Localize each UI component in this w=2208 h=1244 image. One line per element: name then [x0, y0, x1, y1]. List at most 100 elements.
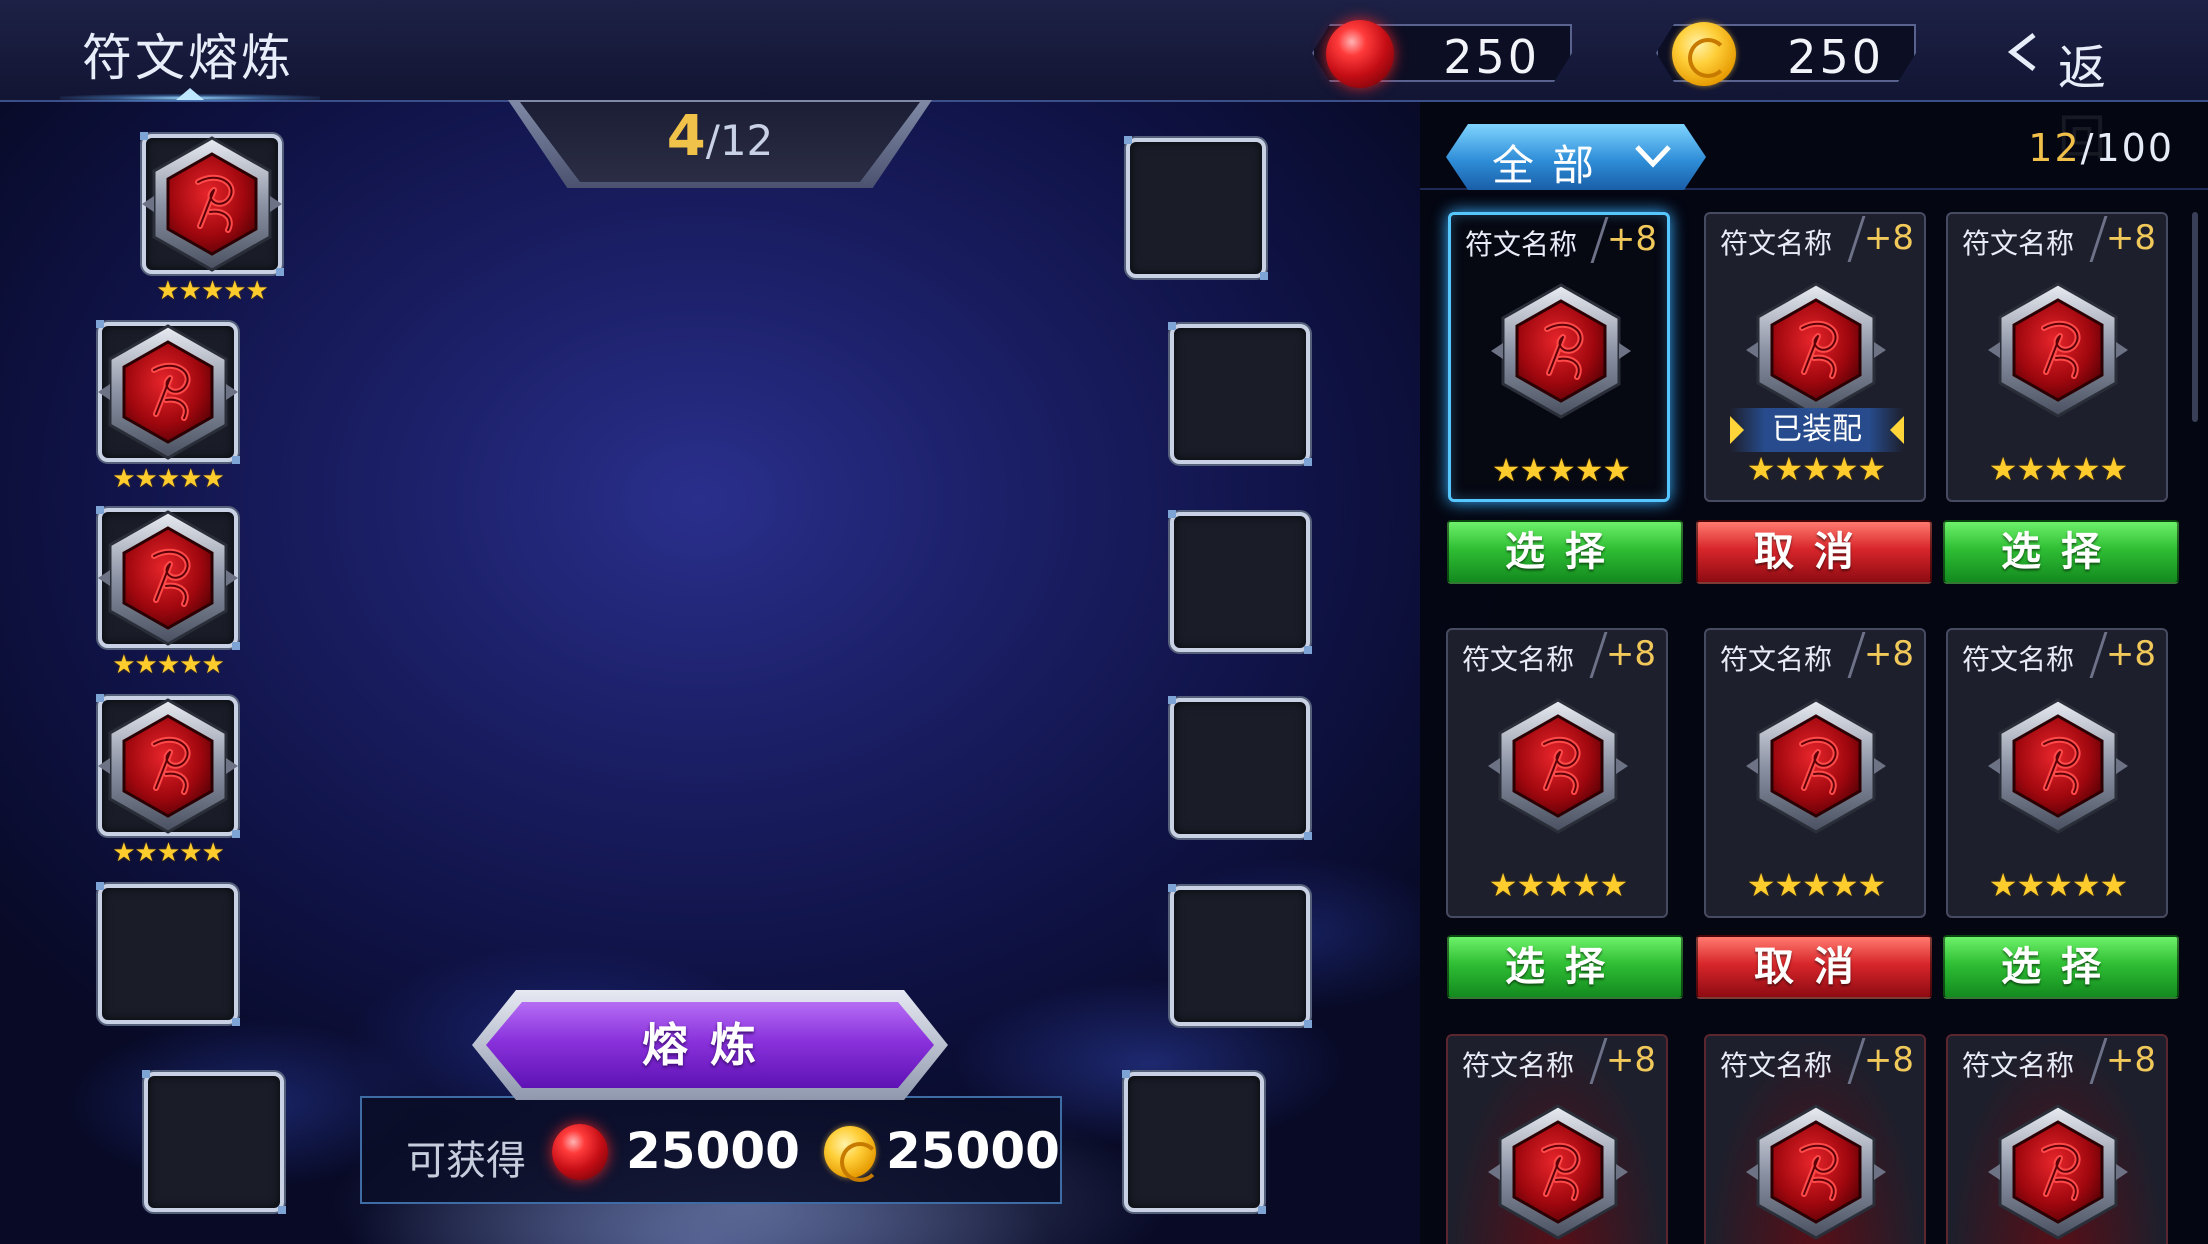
rune-name: 符文名称: [1465, 228, 1578, 261]
select-button[interactable]: 选择: [1943, 520, 2179, 584]
rune-card[interactable]: 符文名称 +8 ★★★★★: [1704, 628, 1926, 918]
smelt-button-label: 熔炼: [642, 1018, 778, 1072]
cancel-button[interactable]: 取消: [1696, 520, 1932, 584]
rune-level: +8: [1605, 1040, 1656, 1080]
slot-counter: 4/12: [520, 104, 920, 169]
rune-icon: [1488, 1102, 1628, 1242]
smelt-slot-empty[interactable]: [1168, 696, 1312, 840]
rune-icon: [98, 696, 238, 836]
back-button[interactable]: 返回: [1996, 22, 2186, 166]
rune-name: 符文名称: [1962, 227, 2075, 260]
rune-card[interactable]: 符文名称 +8 ★★★★★: [1446, 628, 1668, 918]
gem-amount: 250: [1443, 30, 1540, 84]
chevron-left-icon: [2007, 33, 2036, 71]
rune-name: 符文名称: [1962, 1049, 2075, 1082]
rune-icon: [1746, 696, 1886, 836]
smelt-slot-empty[interactable]: [1168, 510, 1312, 654]
rune-icon: [1988, 280, 2128, 420]
rune-name: 符文名称: [1462, 1049, 1575, 1082]
title-pointer-icon: [176, 88, 204, 100]
rune-level: +8: [1863, 1040, 1914, 1080]
capacity-max: /100: [2080, 126, 2174, 170]
divider: [2089, 632, 2108, 678]
reward-coin-amount: 25000: [886, 1122, 1060, 1180]
star-rating: ★★★★★: [112, 838, 225, 868]
rune-card[interactable]: 符文名称 +8: [1446, 1034, 1668, 1244]
rune-level: +8: [1863, 634, 1914, 674]
rune-card[interactable]: 符文名称 +8 已装配 ★★★★★: [1704, 212, 1926, 502]
gold-coin-icon: [1672, 22, 1736, 86]
red-gem-icon: [1326, 20, 1394, 88]
star-rating: ★★★★★: [1488, 866, 1628, 904]
reward-label: 可获得: [406, 1138, 526, 1184]
select-button[interactable]: 选择: [1943, 935, 2179, 999]
page-title: 符文熔炼: [82, 29, 294, 87]
star-rating: ★★★★★: [1988, 866, 2128, 904]
star-rating: ★★★★★: [1988, 450, 2128, 488]
divider: [2089, 1038, 2108, 1084]
divider: [1847, 216, 1866, 262]
reward-gem-amount: 25000: [626, 1122, 800, 1180]
divider: [1590, 217, 1609, 263]
chevron-down-icon: [1634, 144, 1672, 168]
rune-name: 符文名称: [1720, 1049, 1833, 1082]
star-rating: ★★★★★: [1746, 866, 1886, 904]
rune-icon: [142, 134, 282, 274]
star-rating: ★★★★★: [1746, 450, 1886, 488]
red-gem-icon: [552, 1124, 608, 1180]
star-rating: ★★★★★: [156, 276, 269, 306]
slot-count-total: /12: [705, 116, 774, 165]
rune-icon: [98, 322, 238, 462]
select-button[interactable]: 选择: [1447, 935, 1683, 999]
star-rating: ★★★★★: [1491, 451, 1631, 489]
rune-level: +8: [1605, 634, 1656, 674]
smelt-slot-empty[interactable]: [1124, 136, 1268, 280]
rune-icon: [1491, 281, 1631, 421]
smelt-slot-empty[interactable]: [96, 882, 240, 1026]
rune-level: +8: [1863, 218, 1914, 258]
smelt-slot-empty[interactable]: [1168, 322, 1312, 466]
rune-card[interactable]: 符文名称 +8 ★★★★★: [1946, 628, 2168, 918]
filter-label: 全部: [1492, 141, 1613, 190]
rune-icon: [1746, 1102, 1886, 1242]
rune-level: +8: [2105, 218, 2156, 258]
smelt-slot-empty[interactable]: [1168, 884, 1312, 1028]
equipped-badge: 已装配: [1730, 408, 1904, 452]
rune-name: 符文名称: [1962, 643, 2075, 676]
rune-name: 符文名称: [1462, 643, 1575, 676]
star-rating: ★★★★★: [112, 464, 225, 494]
star-rating: ★★★★★: [112, 650, 225, 680]
smelt-slot-empty[interactable]: [1122, 1070, 1266, 1214]
rune-name: 符文名称: [1720, 227, 1833, 260]
divider: [1589, 632, 1608, 678]
divider: [2089, 216, 2108, 262]
divider: [1589, 1038, 1608, 1084]
slot-count-current: 4: [666, 104, 706, 169]
gold-coin-icon: [824, 1126, 880, 1182]
rune-level: +8: [2105, 634, 2156, 674]
reward-panel: 可获得 25000 25000: [360, 1096, 1062, 1204]
inventory-scrollbar[interactable]: [2192, 212, 2198, 422]
rune-icon: [1746, 280, 1886, 420]
cancel-button[interactable]: 取消: [1696, 935, 1932, 999]
inventory-capacity: 12/100: [2028, 126, 2174, 170]
select-button[interactable]: 选择: [1447, 520, 1683, 584]
rune-card[interactable]: 符文名称 +8: [1946, 1034, 2168, 1244]
smelt-slot-empty[interactable]: [142, 1070, 286, 1214]
rune-name: 符文名称: [1720, 643, 1833, 676]
rune-card[interactable]: 符文名称 +8 ★★★★★: [1946, 212, 2168, 502]
divider: [1847, 632, 1866, 678]
coin-amount: 250: [1787, 30, 1884, 84]
capacity-current: 12: [2028, 126, 2081, 170]
rune-card[interactable]: 符文名称 +8 ★★★★★: [1448, 212, 1670, 502]
rune-level: +8: [2105, 1040, 2156, 1080]
rune-card[interactable]: 符文名称 +8: [1704, 1034, 1926, 1244]
divider: [1847, 1038, 1866, 1084]
rune-level: +8: [1606, 219, 1657, 259]
filter-dropdown[interactable]: 全部: [1446, 124, 1706, 190]
rune-icon: [98, 508, 238, 648]
rune-icon: [1988, 696, 2128, 836]
smelt-button[interactable]: 熔炼: [472, 990, 948, 1100]
rune-icon: [1988, 1102, 2128, 1242]
rune-icon: [1488, 696, 1628, 836]
